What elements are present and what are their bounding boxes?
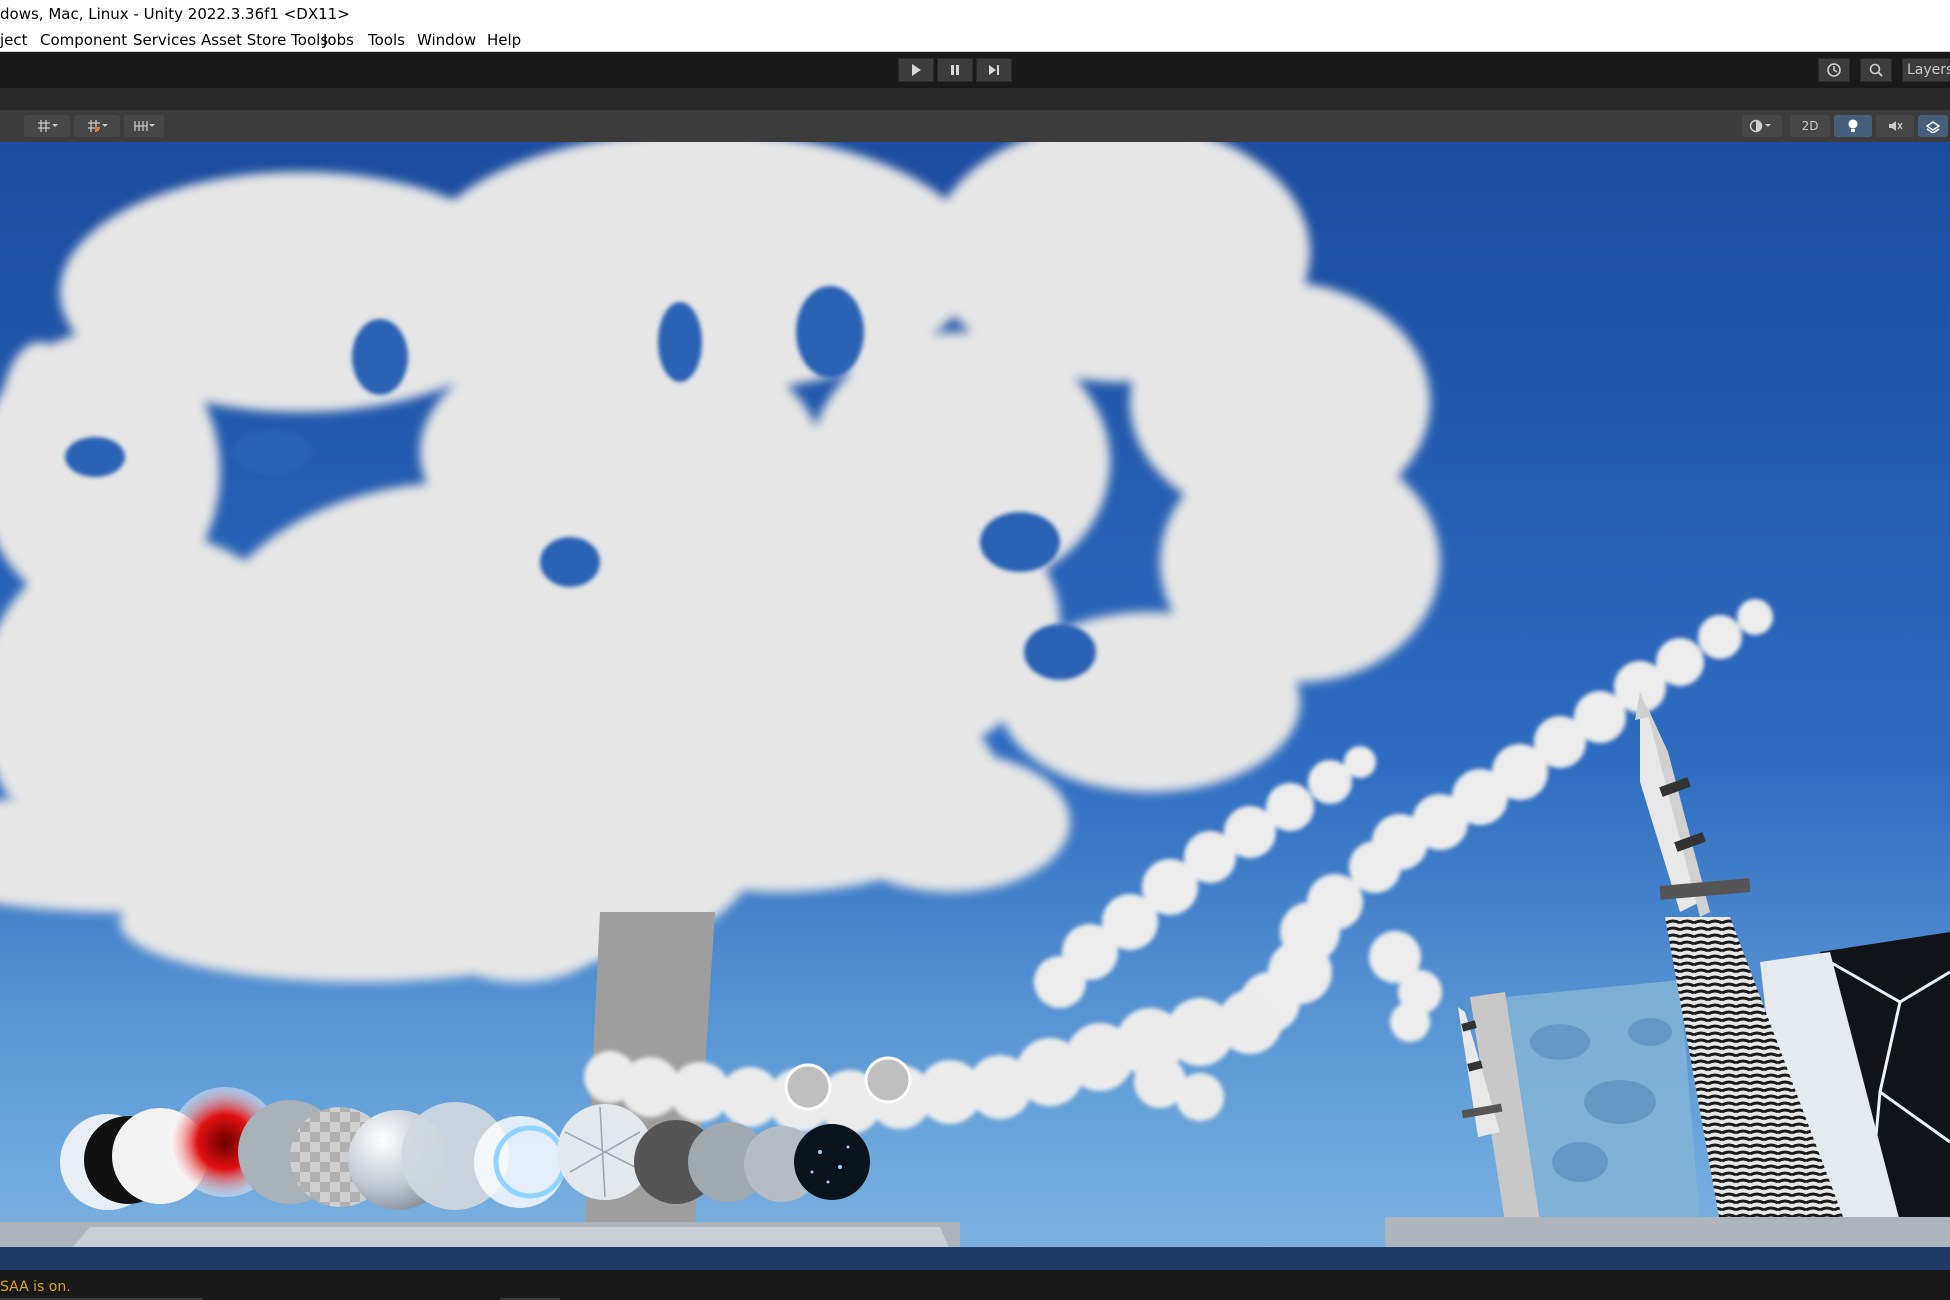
draw-mode-button[interactable] <box>1742 115 1782 137</box>
mode-2d-button[interactable]: 2D <box>1790 115 1830 137</box>
menu-item-tools[interactable]: Tools <box>368 28 405 52</box>
layers-dropdown[interactable]: Layers <box>1902 58 1950 82</box>
history-button[interactable] <box>1818 58 1850 82</box>
scene-viewport[interactable] <box>0 142 1950 1270</box>
menu-item-asset-store-tools[interactable]: Asset Store Tools <box>201 28 328 52</box>
ground-plane <box>0 1247 1950 1270</box>
main-toolbar: Layers <box>0 52 1950 88</box>
grid-icon <box>38 120 58 132</box>
play-icon <box>912 64 921 76</box>
snap-icon <box>88 120 108 132</box>
scene-render <box>0 142 1950 1270</box>
menu-item-help[interactable]: Help <box>487 28 521 52</box>
scene-tab-strip <box>0 88 1950 110</box>
menu-item-project[interactable]: ject <box>0 28 28 52</box>
pause-icon <box>951 65 959 75</box>
mode-2d-label: 2D <box>1801 119 1819 133</box>
draw-mode-icon <box>1749 119 1771 133</box>
pause-button[interactable] <box>937 58 973 82</box>
menu-item-component[interactable]: Component <box>40 28 127 52</box>
play-button[interactable] <box>898 58 934 82</box>
lighting-toggle[interactable] <box>1834 115 1872 137</box>
menu-bar: ject Component Services Asset Store Tool… <box>0 27 1950 52</box>
grid-button[interactable] <box>24 115 70 137</box>
platform-right <box>1385 1217 1950 1252</box>
effects-icon <box>1925 121 1941 133</box>
scene-view-toolbar: 2D <box>0 110 1950 143</box>
snap-button[interactable] <box>74 115 120 137</box>
platform-left-top <box>70 1227 950 1250</box>
status-bar: SAA is on. <box>0 1270 1950 1300</box>
increment-snap-button[interactable] <box>124 115 164 137</box>
layers-label: Layers <box>1907 62 1950 78</box>
lighting-icon <box>1848 119 1858 132</box>
step-icon <box>989 65 999 75</box>
window-title: dows, Mac, Linux - Unity 2022.3.36f1 <DX… <box>0 5 350 23</box>
effects-toggle[interactable] <box>1918 115 1948 137</box>
menu-item-window[interactable]: Window <box>417 28 476 52</box>
status-message: SAA is on. <box>0 1279 71 1295</box>
audio-toggle[interactable] <box>1876 115 1914 137</box>
search-button[interactable] <box>1860 58 1892 82</box>
history-icon <box>1827 63 1841 77</box>
audio-icon <box>1889 121 1903 131</box>
increment-snap-icon <box>134 121 155 131</box>
search-icon <box>1869 63 1883 77</box>
menu-item-services[interactable]: Services <box>133 28 196 52</box>
window-title-bar: dows, Mac, Linux - Unity 2022.3.36f1 <DX… <box>0 0 1950 27</box>
step-button[interactable] <box>976 58 1012 82</box>
menu-item-jobs[interactable]: Jobs <box>323 28 354 52</box>
